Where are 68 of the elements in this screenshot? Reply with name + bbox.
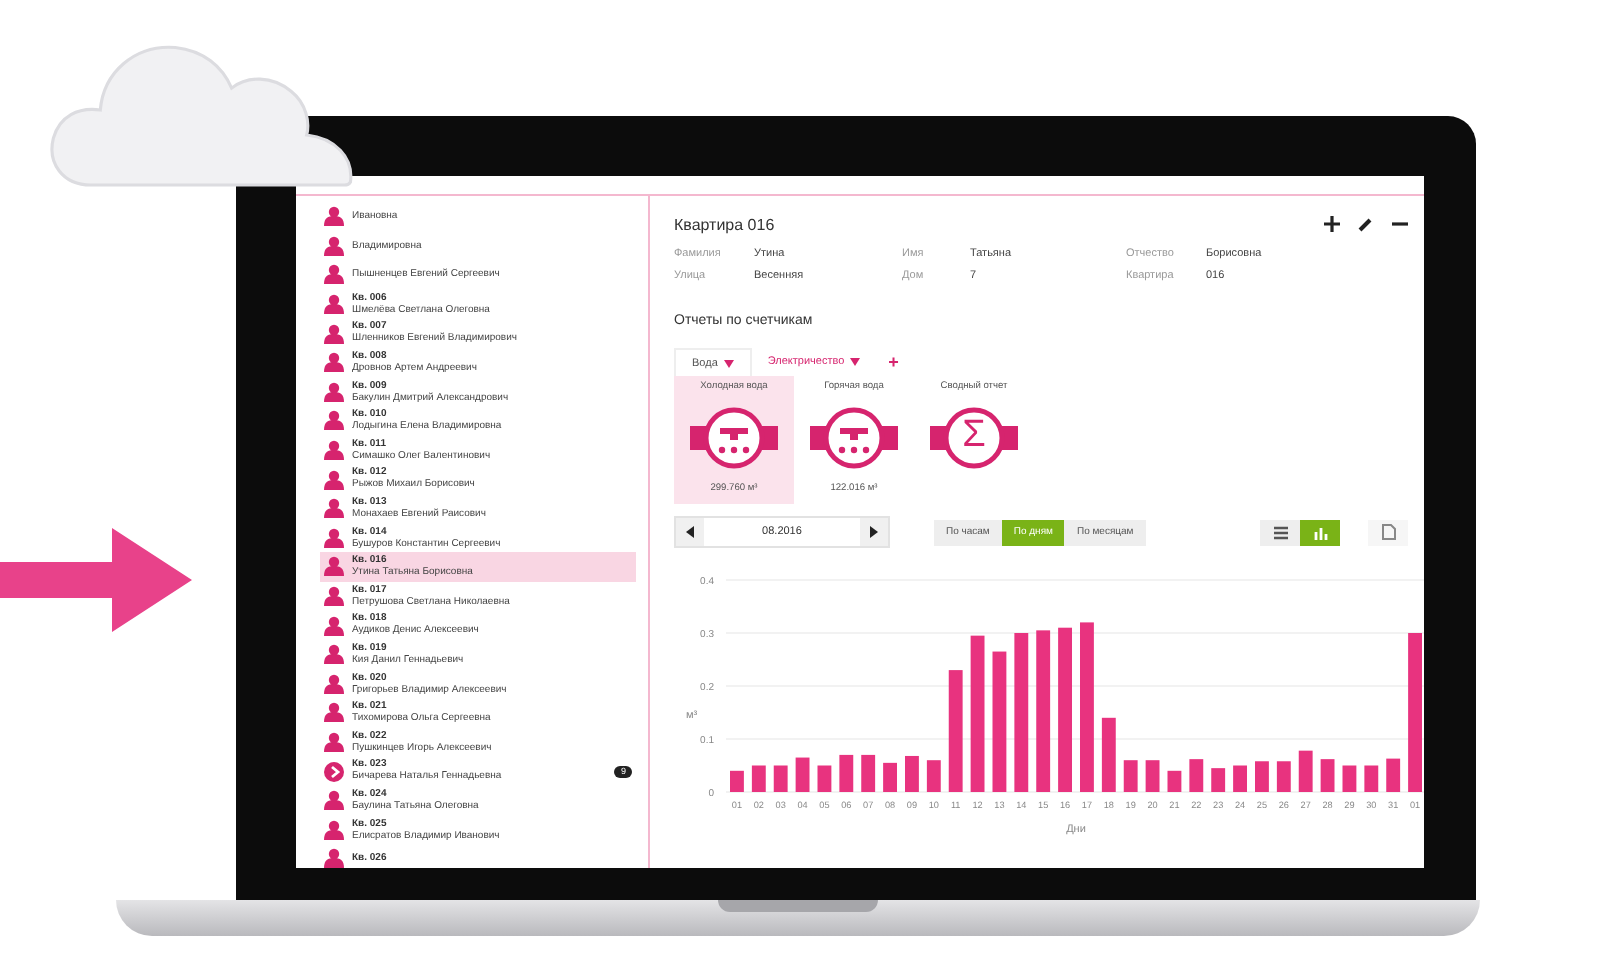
bar bbox=[1211, 768, 1226, 792]
arrow-icon bbox=[0, 524, 192, 636]
minus-icon bbox=[1392, 216, 1408, 232]
bar bbox=[1276, 761, 1291, 792]
bar bbox=[795, 757, 810, 792]
bar bbox=[1123, 760, 1138, 792]
person-icon bbox=[324, 673, 344, 694]
person-icon bbox=[324, 206, 344, 227]
person-icon bbox=[324, 644, 344, 665]
person-icon bbox=[324, 615, 344, 636]
person-icon bbox=[324, 702, 344, 723]
person-icon bbox=[324, 323, 344, 344]
faucet-icon bbox=[810, 404, 898, 472]
bar bbox=[1364, 765, 1379, 792]
person-icon bbox=[324, 848, 344, 868]
person-icon bbox=[324, 440, 344, 461]
bar bbox=[1386, 758, 1401, 792]
person-icon bbox=[324, 731, 344, 752]
bar bbox=[1233, 765, 1247, 792]
export-button[interactable] bbox=[1368, 519, 1408, 545]
plus-icon bbox=[1324, 216, 1340, 232]
person-icon bbox=[324, 586, 344, 607]
faucet-icon bbox=[690, 404, 778, 472]
person-icon bbox=[324, 410, 344, 431]
next-button[interactable] bbox=[860, 518, 888, 546]
caret-icon bbox=[723, 359, 734, 367]
person-icon bbox=[324, 819, 344, 840]
person-icon bbox=[324, 264, 344, 285]
bar bbox=[751, 765, 766, 792]
bar bbox=[948, 670, 963, 792]
caret-icon bbox=[850, 358, 861, 366]
bar bbox=[817, 765, 832, 792]
person-icon bbox=[324, 235, 344, 256]
right-icon bbox=[870, 526, 878, 538]
bar bbox=[1101, 717, 1116, 792]
person-icon bbox=[324, 556, 344, 577]
person-icon bbox=[324, 469, 344, 490]
bar-chart-icon bbox=[1313, 525, 1327, 539]
bar bbox=[1189, 759, 1204, 792]
add-button[interactable]: + bbox=[876, 352, 911, 372]
person-icon bbox=[324, 498, 344, 519]
document-icon bbox=[1381, 524, 1395, 540]
person-icon bbox=[324, 294, 344, 315]
bar bbox=[883, 762, 897, 792]
previous-button[interactable] bbox=[676, 518, 704, 546]
person-icon bbox=[324, 790, 344, 811]
bar bbox=[1167, 770, 1182, 792]
bar bbox=[1255, 761, 1269, 792]
bar bbox=[1298, 750, 1313, 792]
person-icon bbox=[324, 352, 344, 373]
left-icon bbox=[686, 526, 694, 538]
bar bbox=[992, 651, 1007, 792]
bar bbox=[839, 754, 854, 792]
bar bbox=[861, 754, 876, 792]
bar bbox=[1342, 765, 1357, 792]
bar bbox=[730, 770, 744, 792]
apartment-title: Квартира 016 bbox=[674, 215, 775, 233]
person-icon bbox=[324, 527, 344, 548]
person-icon bbox=[324, 381, 344, 402]
view-button[interactable] bbox=[1260, 519, 1300, 545]
chevron-icon bbox=[324, 761, 344, 782]
bar bbox=[926, 760, 941, 792]
bar bbox=[905, 755, 919, 792]
bar bbox=[1320, 759, 1335, 792]
pencil-icon bbox=[1358, 216, 1374, 232]
bar bbox=[1145, 760, 1160, 792]
bar bbox=[773, 765, 788, 792]
table-icon bbox=[1273, 525, 1287, 539]
